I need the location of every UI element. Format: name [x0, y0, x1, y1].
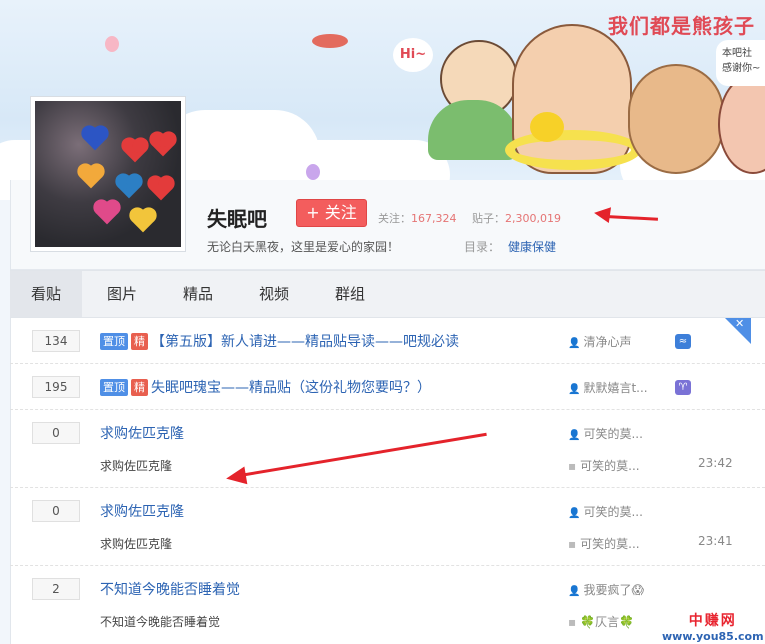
followers-label: 关注：	[378, 212, 411, 225]
thread-title-link[interactable]: 失眠吧瑰宝——精品贴（这份礼物您要吗？）	[151, 380, 431, 396]
reply-count: 0	[32, 500, 80, 522]
tab-posts[interactable]: 看贴	[10, 271, 82, 317]
followers-count: 167,324	[411, 212, 457, 225]
thread-title-link[interactable]: 求购佐匹克隆	[100, 501, 184, 521]
reply-count: 195	[32, 376, 80, 398]
thread-row: 134 置顶精【第五版】新人请进——精品贴导读——吧规必读 清净心声 ≈	[10, 318, 765, 364]
thread-abstract: 求购佐匹克隆	[100, 459, 173, 473]
site-watermark: 中赚网 www.you85.com	[662, 610, 764, 643]
posts-count: 2,300,019	[505, 212, 561, 225]
aries-icon: ♈	[675, 380, 691, 395]
heart-icon	[149, 177, 173, 201]
last-reply-time: 23:42	[698, 456, 733, 470]
reply-count: 2	[32, 578, 80, 600]
featured-tag: 精	[131, 333, 148, 350]
thread-title-line: 置顶精【第五版】新人请进——精品贴导读——吧规必读	[100, 331, 459, 351]
heart-icon	[117, 175, 141, 199]
forum-stats: 关注：167,324 贴子：2,300,019	[378, 210, 561, 226]
watermark-title: 中赚网	[688, 613, 737, 629]
posts-label: 贴子：	[472, 212, 505, 225]
thread-title-link[interactable]: 【第五版】新人请进——精品贴导读——吧规必读	[151, 334, 459, 350]
avatar-image	[35, 101, 181, 247]
thread-author[interactable]: 默默嬉言t...	[568, 379, 647, 396]
forum-avatar[interactable]	[30, 96, 186, 252]
forum-directory: 目录： 健康保健	[464, 238, 556, 255]
forum-slogan: 无论白天黑夜，这里是爱心的家园！	[207, 240, 400, 254]
watermark-url: www.you85.com	[662, 630, 764, 643]
last-reply-author[interactable]: 可笑的莫...	[568, 535, 639, 552]
heart-icon	[123, 139, 147, 163]
pinned-tag: 置顶	[100, 333, 128, 350]
forum-name[interactable]: 失眠吧	[207, 203, 267, 232]
last-reply-author[interactable]: 可笑的莫...	[568, 457, 639, 474]
tab-videos[interactable]: 视频	[242, 271, 306, 317]
tab-featured[interactable]: 精品	[166, 271, 230, 317]
swim-ring-illustration	[505, 130, 641, 170]
duck-icon	[530, 112, 564, 142]
reply-count: 0	[32, 422, 80, 444]
banner-notice-line: 本吧社	[722, 48, 752, 59]
arrow-head-icon	[592, 204, 612, 224]
banner-notice-line: 感谢你~	[722, 63, 761, 74]
heart-icon	[83, 127, 107, 151]
thread-abstract: 不知道今晚能否睡着觉	[100, 615, 221, 629]
thread-row: 0 求购佐匹克隆 求购佐匹克隆 可笑的莫... 可笑的莫... 23:41	[10, 488, 765, 566]
heart-icon	[151, 133, 175, 157]
thread-title-link[interactable]: 不知道今晚能否睡着觉	[100, 579, 240, 599]
thread-author[interactable]: 我要疯了😱	[568, 581, 644, 598]
thread-author[interactable]: 可笑的莫...	[568, 503, 642, 520]
thread-abstract: 求购佐匹克隆	[100, 537, 173, 551]
tab-groups[interactable]: 群组	[318, 271, 382, 317]
last-reply-time: 23:41	[698, 534, 733, 548]
thread-author[interactable]: 清净心声	[568, 333, 631, 350]
featured-tag: 精	[131, 379, 148, 396]
hi-speech-bubble: Hi~	[393, 38, 433, 72]
balloon-icon	[306, 164, 320, 180]
follow-button[interactable]: + 关注	[296, 199, 367, 227]
thread-row: 195 置顶精失眠吧瑰宝——精品贴（这份礼物您要吗？） 默默嬉言t... ♈	[10, 364, 765, 410]
reply-count: 134	[32, 330, 80, 352]
balloon-icon	[105, 36, 119, 52]
directory-link[interactable]: 健康保健	[508, 240, 556, 254]
banner-notice: 本吧社 感谢你~	[716, 40, 765, 86]
thread-title-line: 置顶精失眠吧瑰宝——精品贴（这份礼物您要吗？）	[100, 377, 431, 397]
wave-icon: ≈	[675, 334, 691, 349]
heart-icon	[131, 209, 155, 233]
banner-title: 我们都是熊孩子	[608, 14, 755, 38]
forum-tabs: 看贴 图片 精品 视频 群组	[10, 270, 765, 318]
thread-title-link[interactable]: 求购佐匹克隆	[100, 423, 184, 443]
pinned-tag: 置顶	[100, 379, 128, 396]
last-reply-author[interactable]: 🍀仄言🍀	[568, 613, 634, 630]
heart-icon	[95, 201, 119, 225]
tab-images[interactable]: 图片	[90, 271, 154, 317]
thread-row: 2 不知道今晚能否睡着觉 不知道今晚能否睡着觉 我要疯了😱 🍀仄言🍀	[10, 566, 765, 644]
ufo-icon	[312, 34, 348, 48]
arrow-head-icon	[224, 466, 248, 488]
directory-label: 目录：	[464, 240, 501, 254]
heart-icon	[79, 165, 103, 189]
bear-illustration	[628, 64, 724, 174]
thread-author[interactable]: 可笑的莫...	[568, 425, 642, 442]
